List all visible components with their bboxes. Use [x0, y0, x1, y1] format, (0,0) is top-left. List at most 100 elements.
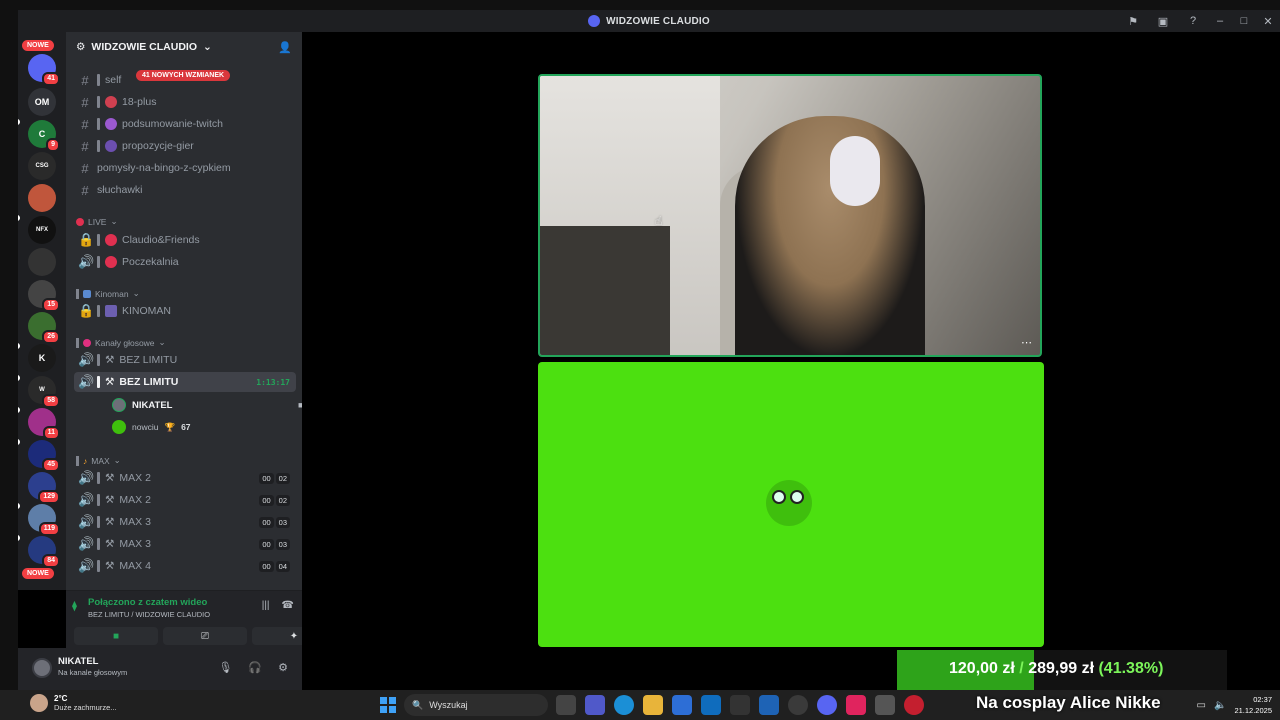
- minimize-button[interactable]: –: [1208, 10, 1232, 32]
- donation-text: 120,00 zł / 289,99 zł (41.38%): [949, 660, 1163, 678]
- camera-button[interactable]: ■: [74, 627, 158, 645]
- channel-max[interactable]: 🔊 ⚒ MAX 2 00 02: [74, 468, 296, 488]
- voice-user-nowciu[interactable]: nowciu 🏆 67: [112, 420, 191, 434]
- discord-icon[interactable]: [817, 695, 837, 715]
- flag-icon[interactable]: ⚑: [1118, 10, 1148, 32]
- category-max[interactable]: ♪ MAX ⌄: [76, 455, 121, 466]
- category-kinoman[interactable]: Kinoman ⌄: [76, 288, 140, 299]
- app-icon[interactable]: [730, 695, 750, 715]
- channel-kinoman[interactable]: 🔒 KINOMAN: [74, 301, 296, 321]
- tiktok-icon[interactable]: [846, 695, 866, 715]
- guild-icon[interactable]: K: [28, 344, 56, 372]
- channel-bez-limitu-active[interactable]: 🔊 ⚒ BEZ LIMITU 1:13:17: [74, 372, 296, 392]
- signal-icon[interactable]: ⧫: [72, 601, 77, 612]
- headphones-icon[interactable]: 🎧: [248, 661, 262, 674]
- video-tile-camera[interactable]: ⋯: [538, 74, 1042, 357]
- server-header[interactable]: ⚙ WIDZOWIE CLAUDIO ⌄ 👤: [66, 32, 302, 62]
- guild-icon[interactable]: 15: [28, 280, 60, 312]
- guild-icon[interactable]: 11: [28, 408, 60, 440]
- disconnect-icon[interactable]: ☎: [282, 600, 294, 611]
- guild-icon[interactable]: W 58: [28, 376, 60, 408]
- more-options-icon[interactable]: ⋯: [1021, 336, 1032, 349]
- voice-connection-panel: ⧫ Połączono z czatem wideo BEZ LIMITU / …: [66, 590, 336, 648]
- guild-icon[interactable]: 119: [28, 504, 60, 536]
- channel-sidebar: ⚙ WIDZOWIE CLAUDIO ⌄ 👤 41 NOWYCH WZMIANE…: [66, 32, 302, 590]
- channel-max[interactable]: 🔊 ⚒ MAX 3 00 03: [74, 534, 296, 554]
- category-live[interactable]: LIVE ⌄: [76, 216, 118, 227]
- hammer-icon: ⚒: [105, 494, 115, 506]
- new-pill-bottom[interactable]: NOWE: [22, 568, 54, 579]
- clock[interactable]: 02:37 21.12.2025: [1234, 694, 1272, 716]
- channel-sluchawki[interactable]: # słuchawki: [74, 180, 296, 200]
- guild-badge: 119: [38, 522, 60, 536]
- channel-18-plus[interactable]: #18-plus: [74, 92, 296, 112]
- channel-bez-limitu[interactable]: 🔊 ⚒ BEZ LIMITU: [74, 350, 296, 370]
- channel-label: MAX 3: [119, 538, 151, 550]
- channel-poczekalnia[interactable]: 🔊 Poczekalnia: [74, 252, 296, 272]
- mouse-cursor-icon: ☝: [655, 214, 663, 228]
- network-icon[interactable]: ▭: [1197, 700, 1206, 711]
- start-button[interactable]: [380, 697, 396, 713]
- microphone-icon[interactable]: 🎙: [218, 661, 232, 674]
- channel-claudio-friends[interactable]: 🔒 Claudio&Friends: [74, 230, 296, 250]
- file-explorer-icon[interactable]: [643, 695, 663, 715]
- voice-user-nikatel[interactable]: NIKATEL ■: [112, 398, 302, 412]
- channel-max[interactable]: 🔊 ⚒ MAX 4 00 04: [74, 556, 296, 576]
- task-view-icon[interactable]: [556, 695, 576, 715]
- channel-label: Poczekalnia: [122, 256, 179, 268]
- guild-om[interactable]: OM: [28, 88, 56, 116]
- channel-propozycje[interactable]: # propozycje-gier: [74, 136, 296, 156]
- speaker-icon: 🔊: [78, 536, 95, 551]
- window-title: WIDZOWIE CLAUDIO: [588, 15, 710, 27]
- guild-icon[interactable]: 45: [28, 440, 60, 472]
- server-name: WIDZOWIE CLAUDIO: [91, 41, 197, 53]
- channel-max[interactable]: 🔊 ⚒ MAX 2 00 02: [74, 490, 296, 510]
- opera-icon[interactable]: [904, 695, 924, 715]
- frog-avatar: [766, 480, 812, 526]
- voice-channel-path[interactable]: BEZ LIMITU / WIDZOWIE CLAUDIO: [88, 610, 210, 619]
- noise-suppression-icon[interactable]: |||: [262, 600, 270, 611]
- channel-podsumowanie[interactable]: # podsumowanie-twitch: [74, 114, 296, 134]
- mail-icon[interactable]: [701, 695, 721, 715]
- teams-icon[interactable]: [585, 695, 605, 715]
- store-icon[interactable]: [672, 695, 692, 715]
- count-limit: 03: [275, 538, 290, 550]
- guild-icon[interactable]: C9: [28, 120, 60, 152]
- guild-icon[interactable]: 26: [28, 312, 60, 344]
- new-pill-top[interactable]: NOWE: [22, 40, 54, 51]
- close-button[interactable]: ✕: [1256, 10, 1280, 32]
- user-name[interactable]: NIKATEL: [58, 656, 98, 667]
- help-icon[interactable]: ?: [1178, 10, 1208, 32]
- divider: [97, 305, 100, 317]
- settings-icon[interactable]: [875, 695, 895, 715]
- speaker-icon: 🔊: [78, 514, 95, 529]
- live-dot-icon: [76, 217, 84, 226]
- taskbar-apps: [556, 695, 924, 715]
- video-tile-avatar[interactable]: [538, 362, 1044, 647]
- guild-icon[interactable]: 41: [28, 54, 60, 86]
- taskbar-search[interactable]: 🔍 Wyszukaj: [404, 694, 548, 716]
- server-settings-icon: ⚙: [76, 41, 86, 53]
- avatar[interactable]: [32, 658, 52, 678]
- add-member-icon[interactable]: 👤: [278, 41, 292, 54]
- guild-icon[interactable]: 129: [28, 472, 60, 504]
- app-icon[interactable]: [759, 695, 779, 715]
- screen-share-button[interactable]: ⎚: [163, 627, 247, 645]
- volume-icon[interactable]: 🔈: [1214, 700, 1226, 711]
- maximize-button[interactable]: □: [1232, 10, 1256, 32]
- guild-icon[interactable]: [28, 184, 56, 212]
- obs-icon[interactable]: [788, 695, 808, 715]
- category-kanaly[interactable]: Kanały głosowe ⌄: [76, 337, 166, 348]
- divider: [76, 288, 79, 299]
- channel-pomysly[interactable]: # pomysły-na-bingo-z-cypkiem: [74, 158, 296, 178]
- gear-icon[interactable]: ⚙: [278, 661, 288, 674]
- edge-icon[interactable]: [614, 695, 634, 715]
- channel-max[interactable]: 🔊 ⚒ MAX 3 00 03: [74, 512, 296, 532]
- guild-csgoskins[interactable]: CSG: [28, 152, 56, 180]
- guild-icon[interactable]: NFX: [28, 216, 56, 244]
- weather-widget[interactable]: 2°C Duże zachmurze...: [30, 694, 117, 712]
- guild-icon[interactable]: 84: [28, 536, 60, 568]
- inbox-icon[interactable]: ▣: [1148, 10, 1178, 32]
- guild-icon[interactable]: [28, 248, 56, 276]
- channel-self[interactable]: # self: [74, 70, 296, 90]
